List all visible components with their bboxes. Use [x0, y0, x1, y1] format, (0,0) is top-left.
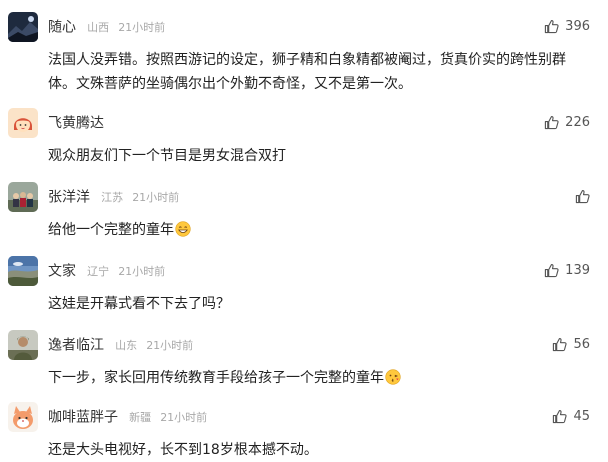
avatar[interactable]	[8, 12, 38, 42]
timestamp: 21小时前	[146, 338, 194, 352]
location-label: 山西	[87, 20, 110, 34]
avatar-image	[8, 182, 38, 212]
like-count: 226	[565, 114, 590, 130]
avatar[interactable]	[8, 330, 38, 360]
avatar[interactable]	[8, 182, 38, 212]
like-button[interactable]: 396	[544, 16, 590, 36]
location-label: 山东	[115, 338, 138, 352]
comment-header: 随心 山西 21小时前	[48, 16, 165, 36]
like-button[interactable]: 226	[544, 112, 590, 132]
timestamp: 21小时前	[118, 264, 166, 278]
thumbs-up-icon	[545, 115, 559, 129]
location-label: 辽宁	[87, 264, 110, 278]
username[interactable]: 张洋洋	[48, 190, 90, 206]
comment-header: 张洋洋 江苏 21小时前	[48, 186, 179, 206]
comment-text-content: 给他一个完整的童年	[48, 222, 174, 238]
thumbs-up-icon	[545, 19, 559, 33]
like-button[interactable]	[575, 186, 590, 206]
avatar[interactable]	[8, 108, 38, 138]
thumbs-up-icon	[553, 409, 568, 423]
like-button[interactable]: 45	[552, 406, 590, 426]
location-label: 江苏	[101, 190, 124, 204]
timestamp: 21小时前	[132, 190, 180, 204]
comment-text: 法国人没弄错。按照西游记的设定，狮子精和白象精都被阉过，货真价实的跨性别群体。文…	[48, 52, 566, 92]
like-count: 139	[565, 262, 590, 278]
comment-header: 逸者临江 山东 21小时前	[48, 334, 193, 354]
like-count: 45	[573, 408, 590, 424]
timestamp: 21小时前	[118, 20, 166, 34]
thumbs-up-icon	[575, 189, 590, 203]
like-button[interactable]: 139	[544, 260, 590, 280]
comment-text: 还是大头电视好，长不到18岁根本撼不动。	[48, 442, 318, 458]
username[interactable]: 随心	[48, 20, 76, 36]
comment-header: 咖啡蓝胖子 新疆 21小时前	[48, 406, 207, 426]
like-count: 396	[565, 18, 590, 34]
avatar[interactable]	[8, 256, 38, 286]
avatar-image	[8, 330, 38, 360]
username[interactable]: 飞黄腾达	[48, 116, 104, 132]
username[interactable]: 文家	[48, 264, 76, 280]
avatar[interactable]	[8, 402, 38, 432]
thumbs-up-icon	[545, 263, 559, 277]
comment-text: 下一步，家长回用传统教育手段给孩子一个完整的童年	[48, 366, 588, 390]
comment-text: 观众朋友们下一个节目是男女混合双打	[48, 148, 286, 164]
grin-emoji-icon	[175, 221, 191, 237]
like-button[interactable]: 56	[552, 334, 590, 354]
like-count: 56	[573, 336, 590, 352]
comment-text: 给他一个完整的童年	[48, 218, 588, 242]
avatar-image	[8, 12, 38, 42]
username[interactable]: 逸者临江	[48, 338, 104, 354]
avatar-image	[8, 256, 38, 286]
comment-text: 这娃是开幕式看不下去了吗？	[48, 296, 230, 312]
comment-header: 飞黄腾达	[48, 112, 104, 132]
avatar-image	[8, 108, 38, 138]
avatar-image	[8, 402, 38, 432]
comment-list: 随心 山西 21小时前 396 法国人没弄错。按照西游记的设定，狮子精和白象精都…	[0, 0, 608, 462]
kiss-emoji-icon	[385, 369, 401, 385]
comment-text-content: 下一步，家长回用传统教育手段给孩子一个完整的童年	[48, 370, 384, 386]
comment-header: 文家 辽宁 21小时前	[48, 260, 165, 280]
thumbs-up-icon	[553, 337, 568, 351]
location-label: 新疆	[129, 410, 152, 424]
username[interactable]: 咖啡蓝胖子	[48, 410, 118, 426]
timestamp: 21小时前	[160, 410, 208, 424]
